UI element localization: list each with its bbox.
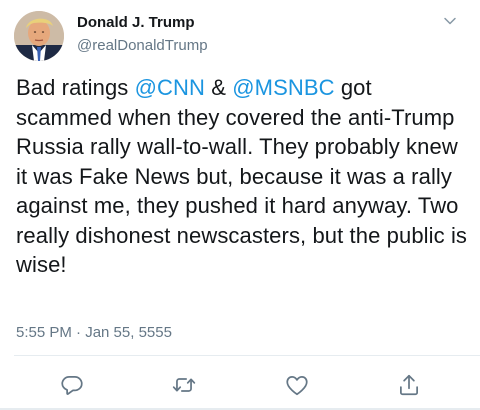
heart-icon[interactable] (284, 372, 310, 398)
tweet-card: Donald J. Trump @realDonaldTrump Bad rat… (0, 0, 480, 410)
reply-icon[interactable] (59, 372, 85, 398)
tweet-text-segment: & (205, 75, 233, 100)
share-icon[interactable] (396, 372, 422, 398)
mention-link-msnbc[interactable]: @MSNBC (232, 75, 334, 100)
tweet-text: Bad ratings @CNN & @MSNBC got scammed wh… (16, 73, 468, 280)
author-handle[interactable]: @realDonaldTrump (77, 37, 208, 54)
retweet-icon[interactable] (171, 372, 197, 398)
tweet-timestamp[interactable]: 5:55 PM · Jan 55, 5555 (16, 324, 172, 341)
tweet-text-segment: got scammed when they covered the anti-T… (16, 75, 468, 277)
mention-link-cnn[interactable]: @CNN (135, 75, 205, 100)
tweet-header: Donald J. Trump @realDonaldTrump (0, 0, 480, 66)
avatar-image (14, 11, 64, 61)
tweet-text-segment: Bad ratings (16, 75, 135, 100)
chevron-down-icon[interactable] (442, 13, 458, 29)
author-name[interactable]: Donald J. Trump (77, 14, 195, 31)
avatar[interactable] (14, 11, 64, 61)
tweet-actions (0, 366, 480, 406)
divider (14, 355, 480, 356)
